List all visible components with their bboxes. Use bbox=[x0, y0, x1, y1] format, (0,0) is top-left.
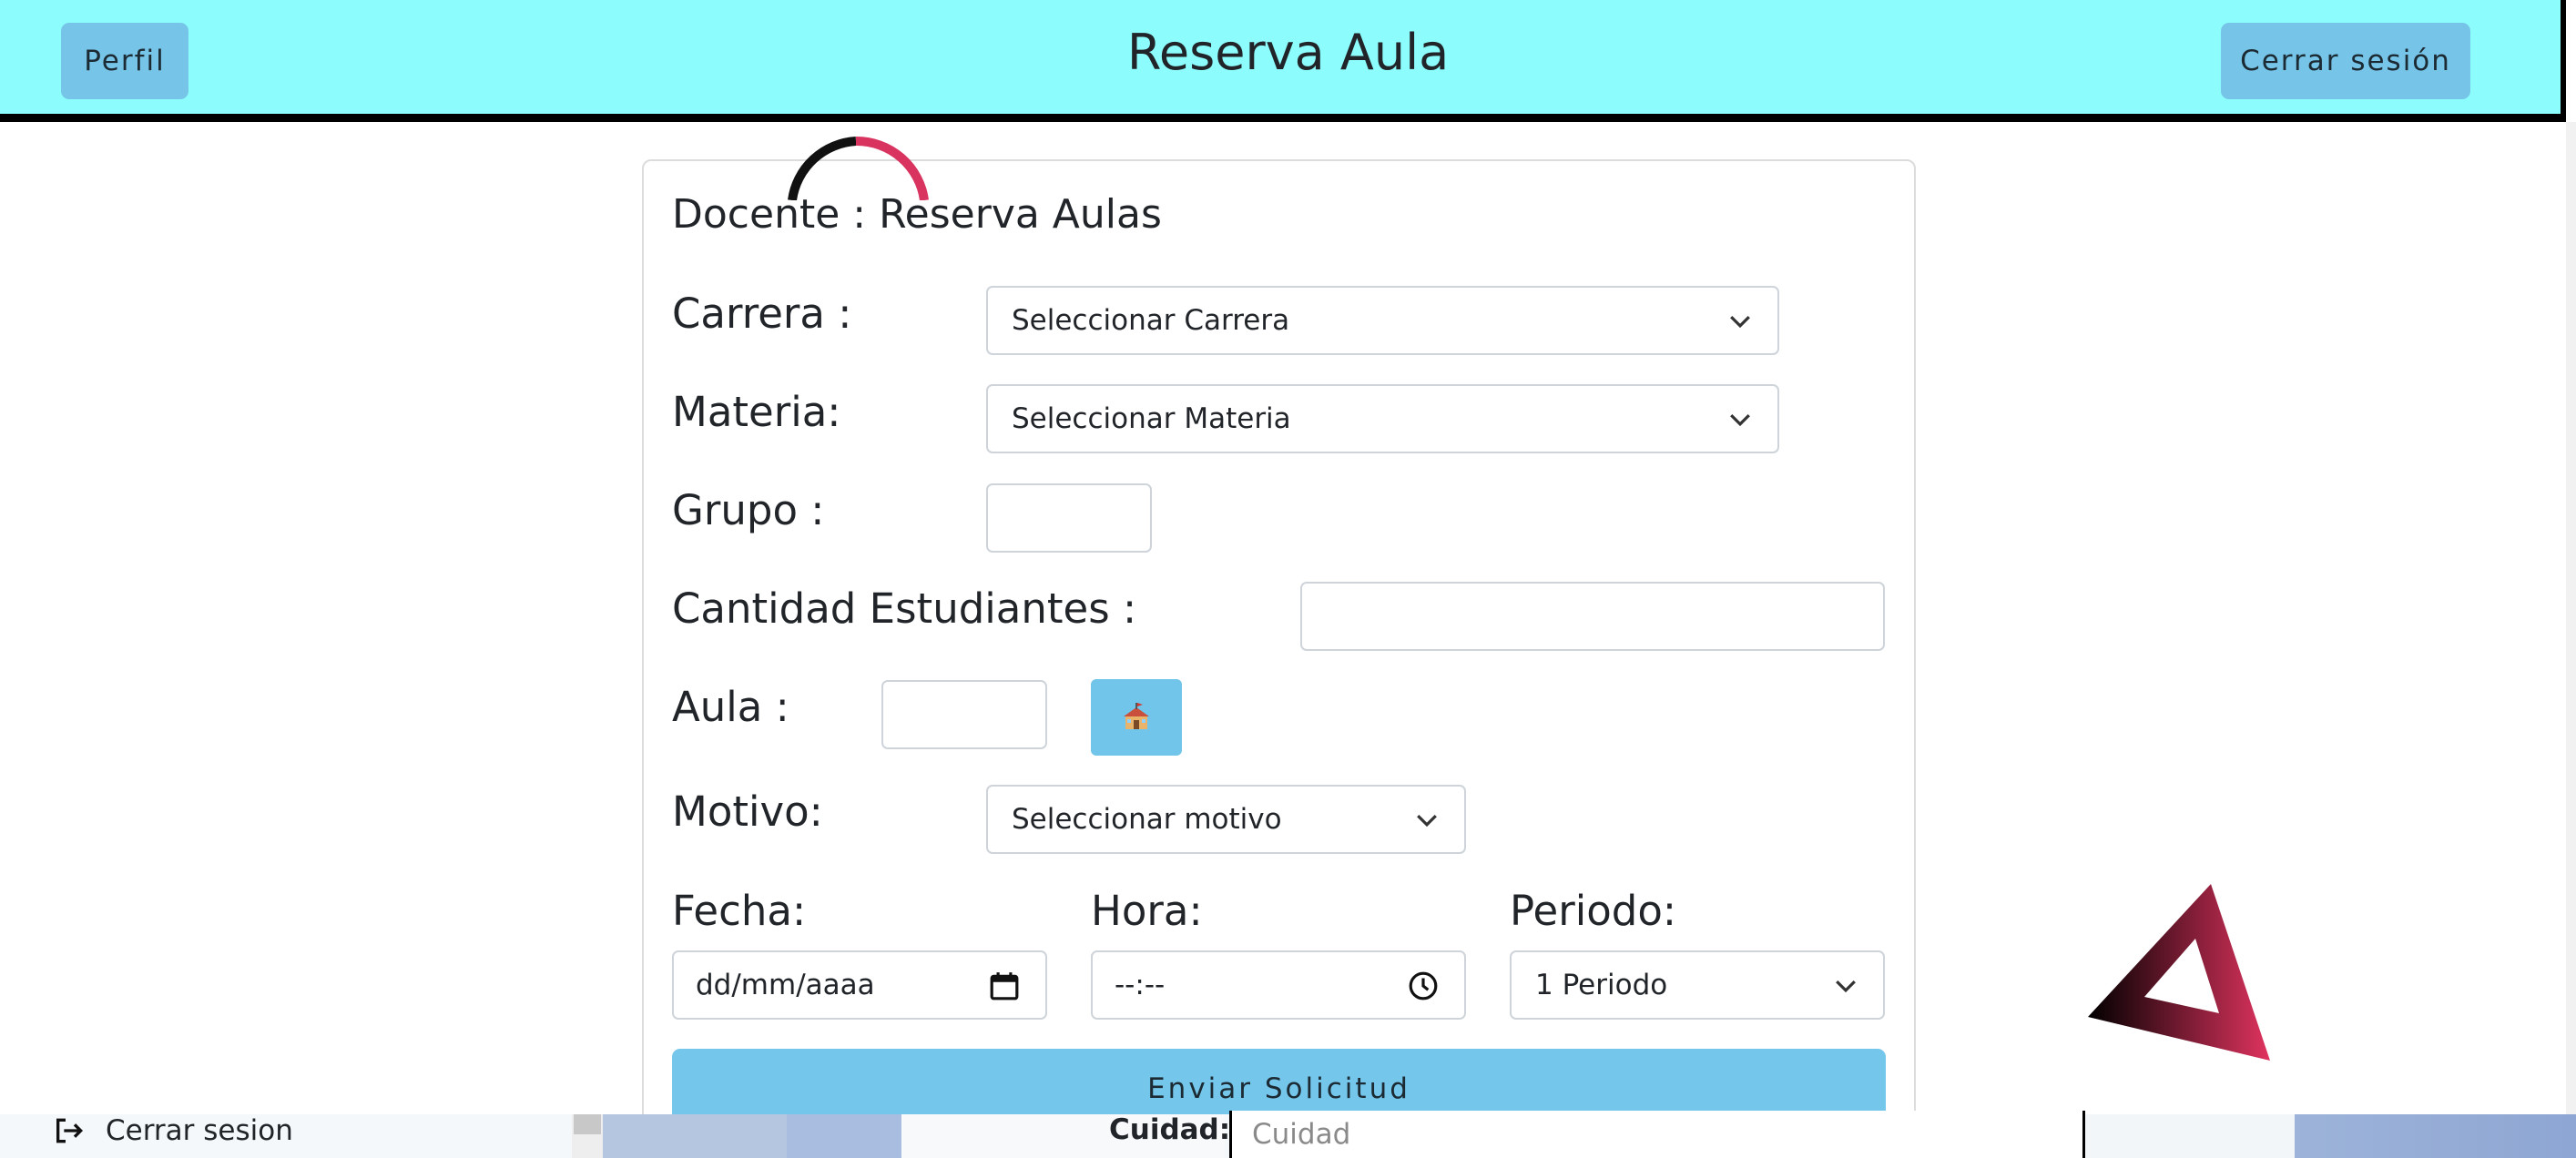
periodo-select[interactable]: 1 Periodo bbox=[1510, 950, 1885, 1020]
carrera-select-value: Seleccionar Carrera bbox=[1012, 304, 1290, 337]
motivo-label: Motivo: bbox=[672, 787, 823, 836]
aula-input[interactable] bbox=[881, 680, 1047, 749]
form-title: Docente : Reserva Aulas bbox=[672, 191, 1162, 238]
motivo-select[interactable]: Seleccionar motivo bbox=[986, 785, 1466, 854]
carrera-select[interactable]: Seleccionar Carrera bbox=[986, 286, 1779, 355]
grupo-input[interactable] bbox=[986, 483, 1152, 553]
scrollbar-thumb[interactable] bbox=[574, 1114, 601, 1134]
materia-select[interactable]: Seleccionar Materia bbox=[986, 384, 1779, 453]
materia-select-value: Seleccionar Materia bbox=[1012, 402, 1291, 435]
periodo-select-value: 1 Periodo bbox=[1535, 969, 1668, 1001]
cantidad-estudiantes-label: Cantidad Estudiantes : bbox=[672, 584, 1137, 633]
city-input[interactable]: Cuidad bbox=[1229, 1111, 2085, 1158]
hora-placeholder: --:-- bbox=[1115, 969, 1166, 1001]
page-scrollbar[interactable] bbox=[2566, 122, 2576, 1114]
triangle-loader-decoration bbox=[2088, 884, 2270, 1061]
clock-icon[interactable] bbox=[1408, 970, 1439, 1001]
panel-block bbox=[603, 1114, 787, 1158]
aula-label: Aula : bbox=[672, 683, 789, 731]
cantidad-estudiantes-input[interactable] bbox=[1300, 582, 1885, 651]
panel-block bbox=[2295, 1114, 2576, 1158]
hora-input[interactable]: --:-- bbox=[1091, 950, 1466, 1020]
panel-block bbox=[787, 1114, 901, 1158]
fecha-placeholder: dd/mm/aaaa bbox=[696, 969, 875, 1001]
page-title: Reserva Aula bbox=[1126, 24, 1450, 81]
motivo-select-value: Seleccionar motivo bbox=[1012, 803, 1282, 836]
panel-block bbox=[2085, 1114, 2295, 1158]
fecha-input[interactable]: dd/mm/aaaa bbox=[672, 950, 1047, 1020]
chevron-down-icon bbox=[1730, 315, 1750, 329]
sidebar-logout-link[interactable]: Cerrar sesion bbox=[55, 1112, 293, 1149]
city-label: Cuidad: bbox=[1109, 1113, 1231, 1146]
school-building-icon bbox=[1124, 703, 1149, 729]
select-aula-button[interactable] bbox=[1091, 679, 1182, 756]
chevron-down-icon bbox=[1730, 413, 1750, 427]
loader-arc-decoration bbox=[788, 136, 929, 200]
carrera-label: Carrera : bbox=[672, 290, 852, 338]
materia-label: Materia: bbox=[672, 388, 841, 436]
periodo-label: Periodo: bbox=[1510, 887, 1677, 935]
chevron-down-icon bbox=[1836, 980, 1856, 993]
sidebar-scrollbar[interactable] bbox=[572, 1114, 603, 1158]
logout-arrow-icon bbox=[56, 1118, 84, 1143]
logout-button[interactable]: Cerrar sesión bbox=[2221, 23, 2470, 99]
grupo-label: Grupo : bbox=[672, 486, 825, 534]
fecha-label: Fecha: bbox=[672, 887, 807, 935]
chevron-down-icon bbox=[1417, 814, 1437, 828]
calendar-icon[interactable] bbox=[989, 970, 1020, 1001]
hora-label: Hora: bbox=[1091, 887, 1203, 935]
sidebar-logout-label: Cerrar sesion bbox=[106, 1114, 293, 1147]
